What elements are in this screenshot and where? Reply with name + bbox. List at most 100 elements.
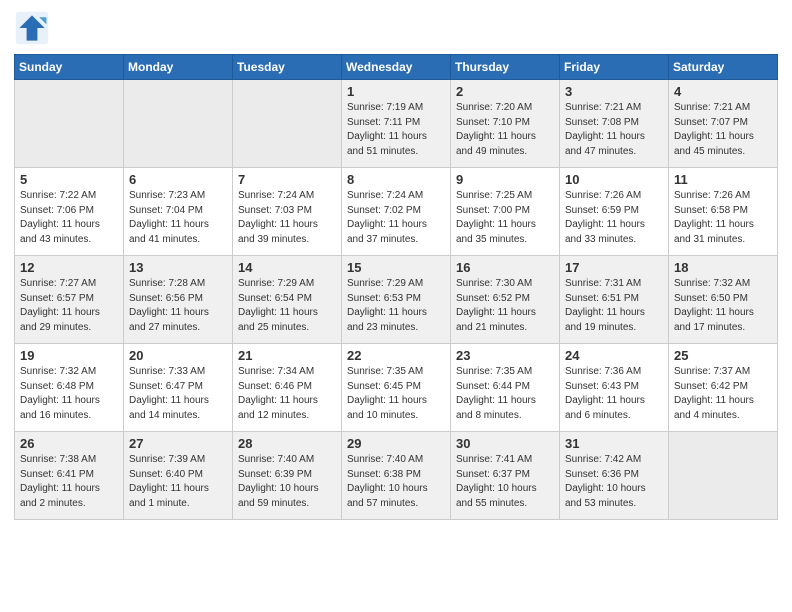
day-number: 1 <box>347 84 445 99</box>
day-number: 29 <box>347 436 445 451</box>
day-number: 16 <box>456 260 554 275</box>
calendar-cell: 3 Sunrise: 7:21 AMSunset: 7:08 PMDaylight… <box>560 80 669 168</box>
day-number: 18 <box>674 260 772 275</box>
day-number: 25 <box>674 348 772 363</box>
day-info: Sunrise: 7:36 AMSunset: 6:43 PMDaylight:… <box>565 365 663 423</box>
day-info: Sunrise: 7:40 AMSunset: 6:38 PMDaylight:… <box>347 453 445 511</box>
day-info: Sunrise: 7:34 AMSunset: 6:46 PMDaylight:… <box>238 365 336 423</box>
calendar-cell: 14Sunrise: 7:29 AMSunset: 6:54 PMDayligh… <box>233 256 342 344</box>
day-number: 11 <box>674 172 772 187</box>
calendar-cell: 25 Sunrise: 7:37 AMSunset: 6:42 PMDayligh… <box>669 344 778 432</box>
day-number: 2 <box>456 84 554 99</box>
calendar-cell: 13 Sunrise: 7:28 AMSunset: 6:56 PMDayligh… <box>124 256 233 344</box>
day-number: 24 <box>565 348 663 363</box>
day-number: 6 <box>129 172 227 187</box>
day-number: 15 <box>347 260 445 275</box>
calendar-cell: 23 Sunrise: 7:35 AMSunset: 6:44 PMDayligh… <box>451 344 560 432</box>
day-info: Sunrise: 7:39 AMSunset: 6:40 PMDaylight:… <box>129 453 227 511</box>
day-number: 27 <box>129 436 227 451</box>
calendar-cell: 10 Sunrise: 7:26 AMSunset: 6:59 PMDayligh… <box>560 168 669 256</box>
calendar-cell: 2 Sunrise: 7:20 AMSunset: 7:10 PMDaylight… <box>451 80 560 168</box>
day-info: Sunrise: 7:35 AMSunset: 6:45 PMDaylight:… <box>347 365 445 423</box>
calendar-week-3: 12 Sunrise: 7:27 AMSunset: 6:57 PMDayligh… <box>15 256 778 344</box>
day-info: Sunrise: 7:26 AMSunset: 6:59 PMDaylight:… <box>565 189 663 247</box>
day-number: 17 <box>565 260 663 275</box>
day-info: Sunrise: 7:32 AMSunset: 6:50 PMDaylight:… <box>674 277 772 335</box>
day-number: 21 <box>238 348 336 363</box>
day-info: Sunrise: 7:21 AMSunset: 7:08 PMDaylight:… <box>565 101 663 159</box>
day-info: Sunrise: 7:40 AMSunset: 6:39 PMDaylight:… <box>238 453 336 511</box>
day-info: Sunrise: 7:41 AMSunset: 6:37 PMDaylight:… <box>456 453 554 511</box>
col-header-tuesday: Tuesday <box>233 55 342 80</box>
logo <box>14 10 54 46</box>
calendar-cell: 21 Sunrise: 7:34 AMSunset: 6:46 PMDayligh… <box>233 344 342 432</box>
col-header-wednesday: Wednesday <box>342 55 451 80</box>
calendar-week-2: 5Sunrise: 7:22 AMSunset: 7:06 PMDaylight… <box>15 168 778 256</box>
calendar-cell: 31 Sunrise: 7:42 AMSunset: 6:36 PMDayligh… <box>560 432 669 520</box>
calendar-cell <box>124 80 233 168</box>
day-info: Sunrise: 7:35 AMSunset: 6:44 PMDaylight:… <box>456 365 554 423</box>
calendar-cell: 9 Sunrise: 7:25 AMSunset: 7:00 PMDaylight… <box>451 168 560 256</box>
day-number: 12 <box>20 260 118 275</box>
day-number: 8 <box>347 172 445 187</box>
calendar-cell: 8 Sunrise: 7:24 AMSunset: 7:02 PMDaylight… <box>342 168 451 256</box>
calendar-week-4: 19Sunrise: 7:32 AMSunset: 6:48 PMDayligh… <box>15 344 778 432</box>
calendar-cell: 6 Sunrise: 7:23 AMSunset: 7:04 PMDaylight… <box>124 168 233 256</box>
calendar-cell: 4 Sunrise: 7:21 AMSunset: 7:07 PMDaylight… <box>669 80 778 168</box>
calendar-cell: 29 Sunrise: 7:40 AMSunset: 6:38 PMDayligh… <box>342 432 451 520</box>
day-number: 23 <box>456 348 554 363</box>
day-info: Sunrise: 7:42 AMSunset: 6:36 PMDaylight:… <box>565 453 663 511</box>
day-number: 28 <box>238 436 336 451</box>
day-number: 22 <box>347 348 445 363</box>
day-number: 4 <box>674 84 772 99</box>
col-header-friday: Friday <box>560 55 669 80</box>
calendar-week-1: 1 Sunrise: 7:19 AMSunset: 7:11 PMDaylight… <box>15 80 778 168</box>
day-info: Sunrise: 7:26 AMSunset: 6:58 PMDaylight:… <box>674 189 772 247</box>
calendar-cell: 11 Sunrise: 7:26 AMSunset: 6:58 PMDayligh… <box>669 168 778 256</box>
calendar-table: SundayMondayTuesdayWednesdayThursdayFrid… <box>14 54 778 520</box>
logo-icon <box>14 10 50 46</box>
calendar-cell: 15Sunrise: 7:29 AMSunset: 6:53 PMDayligh… <box>342 256 451 344</box>
col-header-sunday: Sunday <box>15 55 124 80</box>
day-info: Sunrise: 7:24 AMSunset: 7:03 PMDaylight:… <box>238 189 336 247</box>
day-info: Sunrise: 7:21 AMSunset: 7:07 PMDaylight:… <box>674 101 772 159</box>
calendar-week-5: 26 Sunrise: 7:38 AMSunset: 6:41 PMDayligh… <box>15 432 778 520</box>
day-number: 7 <box>238 172 336 187</box>
calendar-cell: 20Sunrise: 7:33 AMSunset: 6:47 PMDayligh… <box>124 344 233 432</box>
day-info: Sunrise: 7:19 AMSunset: 7:11 PMDaylight:… <box>347 101 445 159</box>
day-number: 5 <box>20 172 118 187</box>
day-info: Sunrise: 7:38 AMSunset: 6:41 PMDaylight:… <box>20 453 118 511</box>
day-info: Sunrise: 7:25 AMSunset: 7:00 PMDaylight:… <box>456 189 554 247</box>
day-number: 9 <box>456 172 554 187</box>
calendar-cell: 26 Sunrise: 7:38 AMSunset: 6:41 PMDayligh… <box>15 432 124 520</box>
calendar-cell: 28 Sunrise: 7:40 AMSunset: 6:39 PMDayligh… <box>233 432 342 520</box>
day-info: Sunrise: 7:20 AMSunset: 7:10 PMDaylight:… <box>456 101 554 159</box>
calendar-cell: 5Sunrise: 7:22 AMSunset: 7:06 PMDaylight… <box>15 168 124 256</box>
col-header-saturday: Saturday <box>669 55 778 80</box>
day-number: 20 <box>129 348 227 363</box>
day-number: 14 <box>238 260 336 275</box>
calendar-cell: 27 Sunrise: 7:39 AMSunset: 6:40 PMDayligh… <box>124 432 233 520</box>
day-info: Sunrise: 7:31 AMSunset: 6:51 PMDaylight:… <box>565 277 663 335</box>
col-header-thursday: Thursday <box>451 55 560 80</box>
day-number: 3 <box>565 84 663 99</box>
calendar-cell <box>669 432 778 520</box>
day-info: Sunrise: 7:24 AMSunset: 7:02 PMDaylight:… <box>347 189 445 247</box>
day-info: Sunrise: 7:28 AMSunset: 6:56 PMDaylight:… <box>129 277 227 335</box>
day-number: 31 <box>565 436 663 451</box>
calendar-cell <box>15 80 124 168</box>
calendar-cell: 7 Sunrise: 7:24 AMSunset: 7:03 PMDaylight… <box>233 168 342 256</box>
day-info: Sunrise: 7:23 AMSunset: 7:04 PMDaylight:… <box>129 189 227 247</box>
col-header-monday: Monday <box>124 55 233 80</box>
header <box>14 10 778 46</box>
day-info: Sunrise: 7:27 AMSunset: 6:57 PMDaylight:… <box>20 277 118 335</box>
header-row: SundayMondayTuesdayWednesdayThursdayFrid… <box>15 55 778 80</box>
day-number: 13 <box>129 260 227 275</box>
day-number: 26 <box>20 436 118 451</box>
calendar-cell: 22 Sunrise: 7:35 AMSunset: 6:45 PMDayligh… <box>342 344 451 432</box>
day-number: 10 <box>565 172 663 187</box>
calendar-cell: 12 Sunrise: 7:27 AMSunset: 6:57 PMDayligh… <box>15 256 124 344</box>
day-number: 19 <box>20 348 118 363</box>
page: SundayMondayTuesdayWednesdayThursdayFrid… <box>0 0 792 612</box>
day-info: Sunrise: 7:37 AMSunset: 6:42 PMDaylight:… <box>674 365 772 423</box>
